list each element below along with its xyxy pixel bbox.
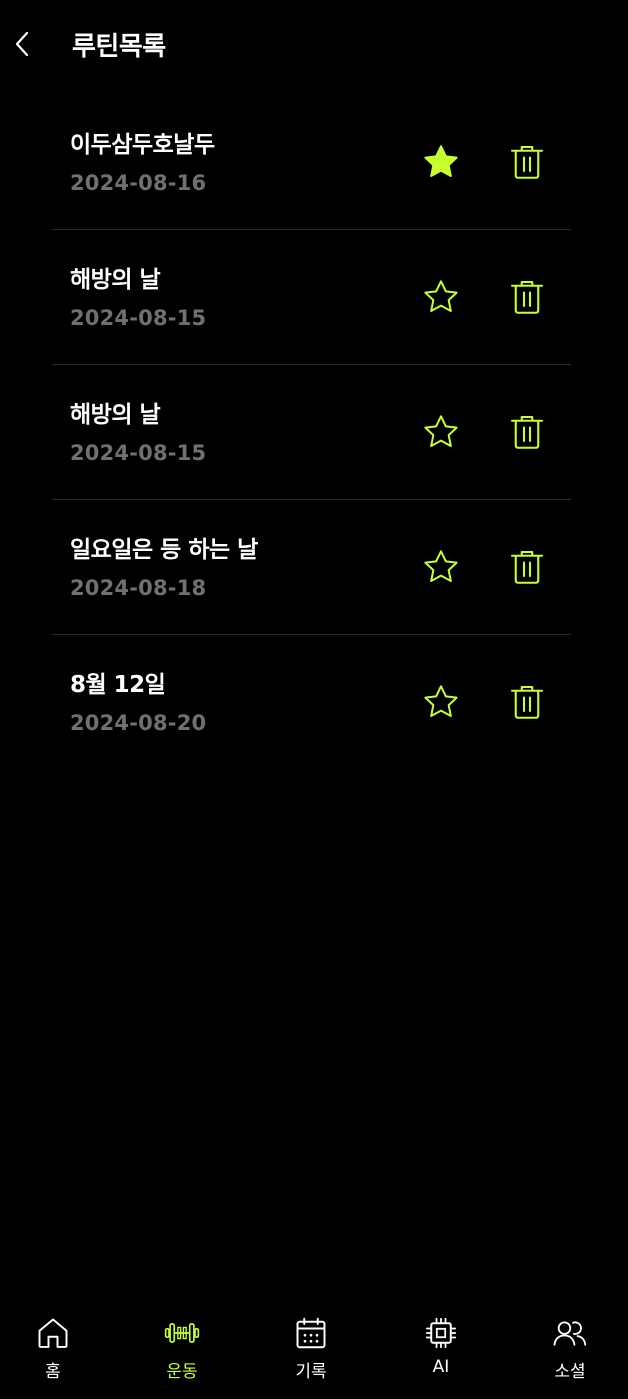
star-filled-icon bbox=[424, 145, 458, 177]
trash-icon bbox=[510, 685, 544, 719]
routine-name: 해방의 날 bbox=[70, 402, 161, 428]
nav-label: 운동 bbox=[166, 1362, 198, 1382]
trash-icon bbox=[510, 280, 544, 314]
routine-item[interactable]: 이두삼두호날두 2024-08-16 bbox=[52, 95, 571, 230]
favorite-button[interactable] bbox=[420, 411, 462, 453]
star-outline-icon bbox=[424, 280, 458, 312]
favorite-button[interactable] bbox=[420, 546, 462, 588]
calendar-icon bbox=[296, 1317, 326, 1349]
favorite-button[interactable] bbox=[420, 681, 462, 723]
routine-date: 2024-08-15 bbox=[70, 306, 207, 330]
routine-item[interactable]: 8월 12일 2024-08-20 bbox=[52, 635, 571, 770]
nav-label: 소셜 bbox=[554, 1362, 586, 1382]
nav-item-records[interactable]: 기록 bbox=[271, 1315, 351, 1389]
nav-item-workout[interactable]: 운동 bbox=[142, 1315, 222, 1389]
page-title: 루틴목록 bbox=[72, 32, 166, 62]
star-outline-icon bbox=[424, 415, 458, 447]
routine-item[interactable]: 해방의 날 2024-08-15 bbox=[52, 365, 571, 500]
routine-name: 해방의 날 bbox=[70, 267, 161, 293]
nav-label: 기록 bbox=[295, 1362, 327, 1382]
routine-list: 이두삼두호날두 2024-08-16 해방의 날 2024-08-15 해방의 … bbox=[52, 95, 571, 770]
chevron-left-icon bbox=[15, 31, 29, 57]
dumbbell-icon bbox=[164, 1323, 200, 1343]
routine-list-screen: 루틴목록 이두삼두호날두 2024-08-16 해방의 날 2024-08-15… bbox=[0, 0, 628, 1399]
delete-button[interactable] bbox=[506, 276, 548, 318]
back-button[interactable] bbox=[8, 26, 36, 62]
nav-label: AI bbox=[432, 1357, 450, 1377]
routine-name: 8월 12일 bbox=[70, 672, 166, 698]
nav-label: 홈 bbox=[45, 1362, 61, 1382]
delete-button[interactable] bbox=[506, 681, 548, 723]
star-outline-icon bbox=[424, 550, 458, 582]
routine-date: 2024-08-20 bbox=[70, 711, 207, 735]
delete-button[interactable] bbox=[506, 546, 548, 588]
nav-item-ai[interactable]: AI bbox=[401, 1315, 481, 1389]
trash-icon bbox=[510, 415, 544, 449]
favorite-button[interactable] bbox=[420, 276, 462, 318]
delete-button[interactable] bbox=[506, 141, 548, 183]
nav-item-social[interactable]: 소셜 bbox=[530, 1315, 610, 1389]
chip-icon bbox=[425, 1317, 457, 1349]
header: 루틴목록 bbox=[0, 0, 628, 86]
routine-name: 일요일은 등 하는 날 bbox=[70, 537, 258, 563]
routine-date: 2024-08-16 bbox=[70, 171, 207, 195]
favorite-button[interactable] bbox=[420, 141, 462, 183]
trash-icon bbox=[510, 550, 544, 584]
routine-date: 2024-08-18 bbox=[70, 576, 207, 600]
bottom-nav: 홈 운동 기록 AI 소셜 bbox=[0, 1303, 628, 1399]
routine-name: 이두삼두호날두 bbox=[70, 132, 215, 158]
routine-item[interactable]: 일요일은 등 하는 날 2024-08-18 bbox=[52, 500, 571, 635]
delete-button[interactable] bbox=[506, 411, 548, 453]
nav-item-home[interactable]: 홈 bbox=[13, 1315, 93, 1389]
trash-icon bbox=[510, 145, 544, 179]
home-icon bbox=[38, 1318, 68, 1348]
routine-item[interactable]: 해방의 날 2024-08-15 bbox=[52, 230, 571, 365]
star-outline-icon bbox=[424, 685, 458, 717]
routine-date: 2024-08-15 bbox=[70, 441, 207, 465]
users-icon bbox=[553, 1321, 587, 1346]
